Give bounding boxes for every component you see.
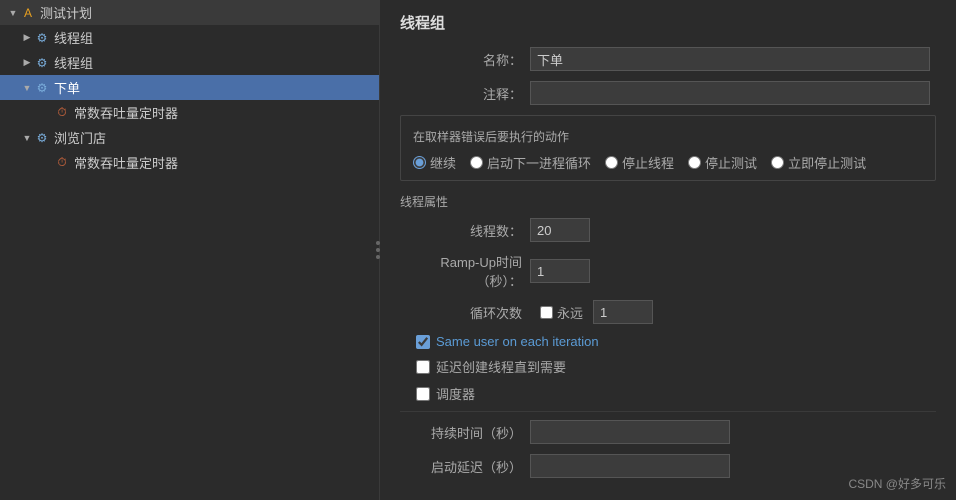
tree-item-test-plan[interactable]: A测试计划 <box>0 0 379 25</box>
tree-item-browse-shop[interactable]: ⚙浏览门店 <box>0 125 379 150</box>
checkboxes-container: Same user on each iteration 延迟创建线程直到需要调度器 <box>416 334 936 403</box>
tree-arrow-test-plan[interactable] <box>6 6 20 20</box>
radio-item-stop-thread[interactable]: 停止线程 <box>605 153 674 172</box>
radio-item-stop-test-now[interactable]: 立即停止测试 <box>771 153 866 172</box>
tree-label-browse-shop: 浏览门店 <box>54 128 106 147</box>
tree-label-thread-group-1: 线程组 <box>54 28 93 47</box>
ramp-up-row: Ramp-Up时间（秒）： <box>400 252 936 290</box>
radio-stop-test-now[interactable] <box>771 156 784 169</box>
tree-icon-timer-1: ⏱ <box>54 105 70 121</box>
forever-checkbox[interactable] <box>540 306 553 319</box>
radio-stop-test[interactable] <box>688 156 701 169</box>
tree-item-thread-group-1[interactable]: ⚙线程组 <box>0 25 379 50</box>
tree-item-thread-group-2[interactable]: ⚙线程组 <box>0 50 379 75</box>
left-panel: A测试计划⚙线程组⚙线程组⚙下单⏱常数吞吐量定时器⚙浏览门店⏱常数吞吐量定时器 <box>0 0 380 500</box>
duration-label: 持续时间（秒） <box>400 423 530 442</box>
loop-count-row: 循环次数 永远 <box>400 300 936 324</box>
error-action-section: 在取样器错误后要执行的动作 继续 启动下一进程循环 停止线程 停止测试 立即停止测试 <box>400 115 936 181</box>
checkbox-delay-create[interactable] <box>416 360 430 374</box>
checkbox-item-same-user[interactable]: Same user on each iteration <box>416 334 936 349</box>
checkbox-item-delay-create[interactable]: 延迟创建线程直到需要 <box>416 357 936 376</box>
name-input[interactable] <box>530 47 930 71</box>
checkbox-same-user[interactable] <box>416 335 430 349</box>
loop-count-input[interactable] <box>593 300 653 324</box>
ramp-up-input[interactable] <box>530 259 590 283</box>
tree-label-timer-1: 常数吞吐量定时器 <box>74 103 178 122</box>
section-title: 线程组 <box>400 12 936 33</box>
tree-label-order: 下单 <box>54 78 80 97</box>
comment-row: 注释： <box>400 81 936 105</box>
tree-label-test-plan: 测试计划 <box>40 3 92 22</box>
radio-label-continue[interactable]: 继续 <box>430 153 456 172</box>
tree-icon-browse-shop: ⚙ <box>34 130 50 146</box>
duration-input[interactable] <box>530 420 730 444</box>
radio-item-continue[interactable]: 继续 <box>413 153 456 172</box>
radio-stop-thread[interactable] <box>605 156 618 169</box>
startup-delay-label: 启动延迟（秒） <box>400 457 530 476</box>
radio-item-stop-test[interactable]: 停止测试 <box>688 153 757 172</box>
loop-count-label: 循环次数 <box>400 303 530 322</box>
tree-item-timer-1[interactable]: ⏱常数吞吐量定时器 <box>0 100 379 125</box>
duration-row: 持续时间（秒） <box>400 420 936 444</box>
panel-divider[interactable] <box>376 241 380 259</box>
radio-label-stop-thread[interactable]: 停止线程 <box>622 153 674 172</box>
name-row: 名称： <box>400 47 936 71</box>
tree-icon-thread-group-1: ⚙ <box>34 30 50 46</box>
comment-label: 注释： <box>400 84 530 103</box>
checkbox-label-delay-create[interactable]: 延迟创建线程直到需要 <box>436 357 566 376</box>
radio-start-next[interactable] <box>470 156 483 169</box>
tree-item-order[interactable]: ⚙下单 <box>0 75 379 100</box>
error-action-label: 在取样器错误后要执行的动作 <box>413 128 923 145</box>
radio-label-stop-test-now[interactable]: 立即停止测试 <box>788 153 866 172</box>
checkbox-label-same-user[interactable]: Same user on each iteration <box>436 334 599 349</box>
tree-icon-thread-group-2: ⚙ <box>34 55 50 71</box>
name-label: 名称： <box>400 50 530 69</box>
radio-item-start-next[interactable]: 启动下一进程循环 <box>470 153 591 172</box>
checkbox-scheduler[interactable] <box>416 387 430 401</box>
thread-properties: 线程属性 线程数： Ramp-Up时间（秒）： 循环次数 永远 <box>400 193 936 478</box>
tree-item-timer-2[interactable]: ⏱常数吞吐量定时器 <box>0 150 379 175</box>
tree-icon-order: ⚙ <box>34 80 50 96</box>
tree-arrow-thread-group-1[interactable] <box>20 31 34 45</box>
tree-arrow-browse-shop[interactable] <box>20 131 34 145</box>
thread-props-label: 线程属性 <box>400 193 936 210</box>
thread-count-label: 线程数： <box>400 221 530 240</box>
ramp-up-label: Ramp-Up时间（秒）： <box>400 252 530 290</box>
checkbox-item-scheduler[interactable]: 调度器 <box>416 384 936 403</box>
error-action-radio-group: 继续 启动下一进程循环 停止线程 停止测试 立即停止测试 <box>413 153 923 172</box>
tree-arrow-order[interactable] <box>20 81 34 95</box>
thread-count-input[interactable] <box>530 218 590 242</box>
forever-label[interactable]: 永远 <box>557 303 583 322</box>
tree-icon-timer-2: ⏱ <box>54 155 70 171</box>
right-panel: 线程组 名称： 注释： 在取样器错误后要执行的动作 继续 启动下一进程循环 停止线程… <box>380 0 956 500</box>
startup-delay-input[interactable] <box>530 454 730 478</box>
tree-label-timer-2: 常数吞吐量定时器 <box>74 153 178 172</box>
forever-checkbox-group: 永远 <box>540 303 583 322</box>
thread-count-row: 线程数： <box>400 218 936 242</box>
checkbox-label-scheduler[interactable]: 调度器 <box>436 384 475 403</box>
comment-input[interactable] <box>530 81 930 105</box>
watermark: CSDN @好多可乐 <box>848 475 946 492</box>
radio-label-stop-test[interactable]: 停止测试 <box>705 153 757 172</box>
radio-continue[interactable] <box>413 156 426 169</box>
tree-icon-test-plan: A <box>20 5 36 21</box>
radio-label-start-next[interactable]: 启动下一进程循环 <box>487 153 591 172</box>
tree-label-thread-group-2: 线程组 <box>54 53 93 72</box>
tree-arrow-thread-group-2[interactable] <box>20 56 34 70</box>
